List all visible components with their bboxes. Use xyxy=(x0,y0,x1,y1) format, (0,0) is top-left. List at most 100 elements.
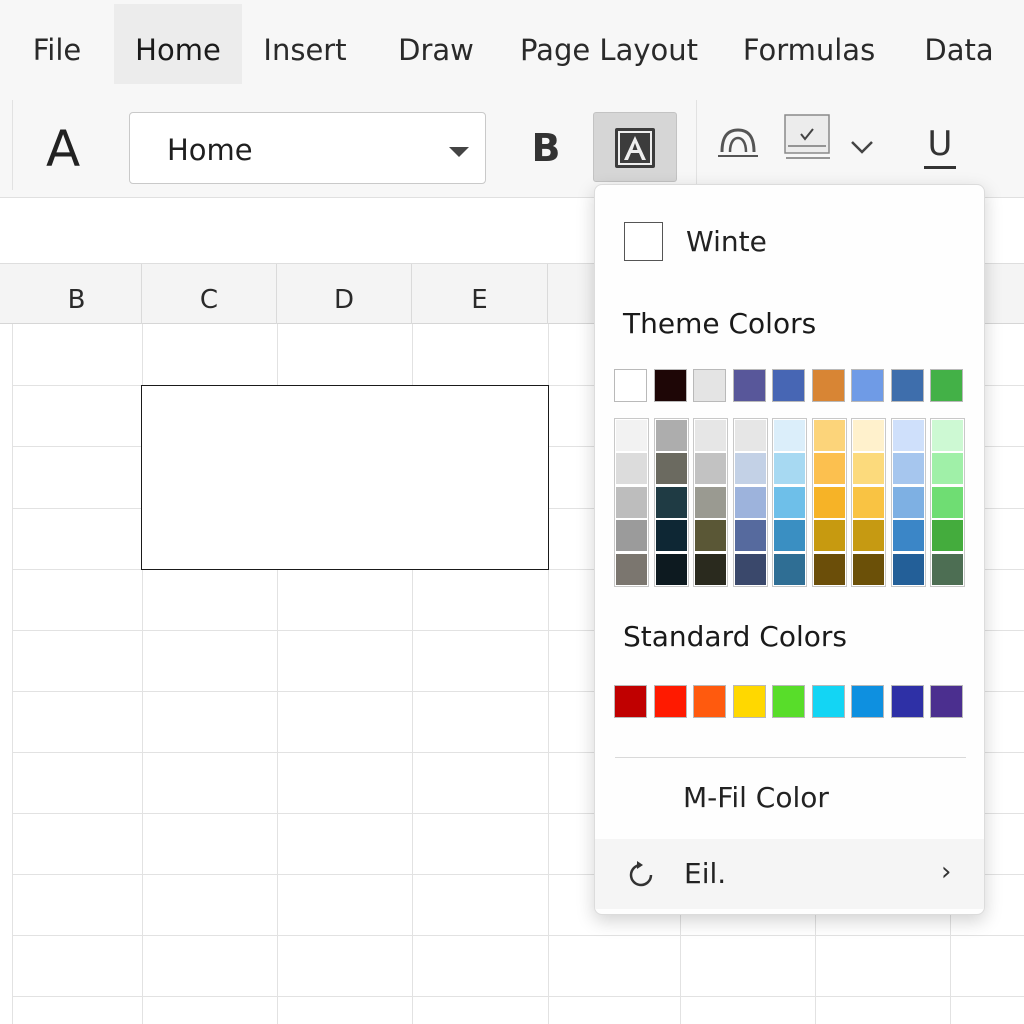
theme-shade-swatch[interactable] xyxy=(616,520,647,552)
theme-shade-swatch[interactable] xyxy=(813,520,845,552)
standard-color-swatch[interactable] xyxy=(772,685,805,718)
refresh-icon xyxy=(629,861,653,887)
theme-shade-column xyxy=(693,418,728,587)
standard-color-swatch[interactable] xyxy=(732,685,766,718)
fill-color-button[interactable] xyxy=(593,112,677,182)
theme-shade-swatch[interactable] xyxy=(932,420,963,451)
theme-shade-swatch[interactable] xyxy=(655,553,687,585)
theme-shade-swatch[interactable] xyxy=(932,553,963,585)
tab-formulas[interactable]: Formulas xyxy=(734,4,884,84)
chevron-right-icon: › xyxy=(941,857,952,887)
theme-shade-swatch[interactable] xyxy=(774,420,805,451)
theme-shade-swatch[interactable] xyxy=(813,420,845,451)
no-fill-swatch xyxy=(624,222,663,261)
tab-file[interactable]: File xyxy=(20,4,94,84)
theme-shade-swatch[interactable] xyxy=(734,553,766,585)
fill-color-dropdown: Winte Theme Colors Standard Colors M-Fil… xyxy=(594,184,985,915)
standard-color-swatch[interactable] xyxy=(614,685,647,718)
theme-shade-swatch[interactable] xyxy=(853,553,884,585)
chevron-down-icon[interactable] xyxy=(848,138,876,156)
theme-shade-swatch[interactable] xyxy=(655,486,687,518)
theme-shade-swatch[interactable] xyxy=(616,420,647,451)
theme-shade-swatch[interactable] xyxy=(853,520,884,552)
theme-shade-swatch[interactable] xyxy=(774,486,805,518)
theme-color-swatch[interactable] xyxy=(890,369,924,402)
theme-shade-swatch[interactable] xyxy=(734,486,766,518)
theme-color-swatch[interactable] xyxy=(772,369,805,402)
theme-shade-swatch[interactable] xyxy=(695,420,726,451)
theme-shade-swatch[interactable] xyxy=(932,453,963,485)
theme-shade-swatch[interactable] xyxy=(892,486,924,518)
fill-color-icon xyxy=(615,128,655,168)
theme-shade-swatch[interactable] xyxy=(774,553,805,585)
shape-icon[interactable] xyxy=(716,122,760,162)
theme-shade-swatch[interactable] xyxy=(616,486,647,518)
column-header-d[interactable]: D xyxy=(277,264,412,324)
theme-shade-swatch[interactable] xyxy=(853,453,884,485)
tab-insert[interactable]: Insert xyxy=(256,4,354,84)
theme-shade-column xyxy=(772,418,807,587)
theme-shade-swatch[interactable] xyxy=(734,520,766,552)
theme-shade-swatch[interactable] xyxy=(655,520,687,552)
more-colors-option[interactable]: M-Fil Color xyxy=(683,781,829,814)
theme-shade-swatch[interactable] xyxy=(813,553,845,585)
standard-color-swatch[interactable] xyxy=(890,685,924,718)
theme-shade-swatch[interactable] xyxy=(853,420,884,451)
theme-shade-swatch[interactable] xyxy=(892,520,924,552)
theme-shade-swatch[interactable] xyxy=(655,420,687,451)
tab-draw[interactable]: Draw xyxy=(390,4,482,84)
tab-home[interactable]: Home xyxy=(114,4,242,84)
style-select[interactable]: Home xyxy=(129,112,486,184)
theme-color-swatch[interactable] xyxy=(693,369,726,402)
theme-shade-swatch[interactable] xyxy=(695,453,726,485)
theme-shade-swatch[interactable] xyxy=(853,486,884,518)
theme-shade-swatch[interactable] xyxy=(695,486,726,518)
theme-shade-swatch[interactable] xyxy=(813,453,845,485)
standard-color-swatch[interactable] xyxy=(851,685,884,718)
underline-icon xyxy=(924,166,956,169)
style-select-value: Home xyxy=(167,133,253,167)
tab-data[interactable]: Data xyxy=(916,4,1002,84)
eyedropper-option[interactable]: Eil. › xyxy=(595,839,984,909)
theme-color-swatch[interactable] xyxy=(732,369,766,402)
theme-color-swatch[interactable] xyxy=(811,369,845,402)
bold-button[interactable]: B xyxy=(520,122,572,174)
theme-shade-swatch[interactable] xyxy=(616,453,647,485)
theme-shade-swatch[interactable] xyxy=(695,520,726,552)
theme-shade-column xyxy=(653,418,689,587)
theme-shade-swatch[interactable] xyxy=(892,453,924,485)
no-fill-option[interactable]: Winte xyxy=(595,215,984,273)
theme-shade-column xyxy=(851,418,886,587)
standard-color-swatch[interactable] xyxy=(811,685,845,718)
column-header-b[interactable]: B xyxy=(12,264,142,324)
theme-shade-swatch[interactable] xyxy=(932,486,963,518)
theme-color-swatch[interactable] xyxy=(930,369,963,402)
no-fill-label: Winte xyxy=(686,225,767,258)
theme-color-swatch[interactable] xyxy=(851,369,884,402)
theme-shade-swatch[interactable] xyxy=(892,553,924,585)
grid-line xyxy=(12,996,1024,997)
selected-cell-range[interactable] xyxy=(141,385,549,570)
theme-shade-swatch[interactable] xyxy=(774,520,805,552)
theme-shade-swatch[interactable] xyxy=(695,553,726,585)
theme-color-swatch[interactable] xyxy=(653,369,687,402)
tab-page-layout[interactable]: Page Layout xyxy=(514,4,704,84)
standard-color-swatch[interactable] xyxy=(930,685,963,718)
standard-color-swatch[interactable] xyxy=(693,685,726,718)
theme-shade-swatch[interactable] xyxy=(616,553,647,585)
theme-shade-swatch[interactable] xyxy=(892,420,924,451)
standard-color-swatch[interactable] xyxy=(653,685,687,718)
theme-shade-swatch[interactable] xyxy=(932,520,963,552)
theme-shade-column xyxy=(614,418,649,587)
theme-shade-swatch[interactable] xyxy=(774,453,805,485)
theme-shade-swatch[interactable] xyxy=(813,486,845,518)
theme-shade-swatch[interactable] xyxy=(734,453,766,485)
theme-shade-swatch[interactable] xyxy=(655,453,687,485)
column-header-c[interactable]: C xyxy=(142,264,277,324)
checkbox-icon[interactable] xyxy=(784,114,832,162)
theme-shade-swatch[interactable] xyxy=(734,420,766,451)
theme-color-swatch[interactable] xyxy=(614,369,647,402)
column-header-e[interactable]: E xyxy=(412,264,548,324)
underline-button[interactable]: U xyxy=(920,124,960,174)
font-icon[interactable]: A xyxy=(46,120,80,178)
